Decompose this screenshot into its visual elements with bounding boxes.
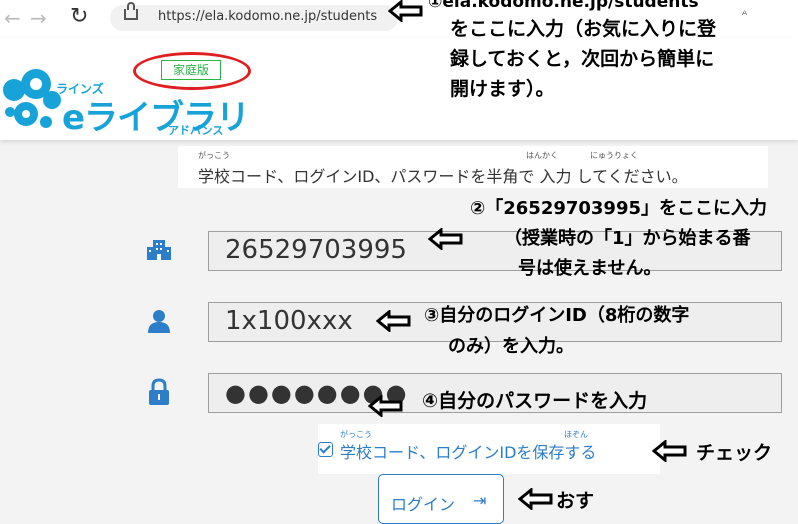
- reload-icon[interactable]: ↻: [70, 4, 88, 29]
- remember-checkbox[interactable]: [318, 442, 333, 457]
- login-label: ログイン: [391, 495, 456, 514]
- ruby-nyuryoku: にゅうりょく: [590, 151, 638, 160]
- address-bar[interactable]: https://ela.kodomo.ne.jp/students: [110, 2, 398, 31]
- annotation-2-line1: ②「26529703995」をここに入力: [470, 198, 768, 219]
- arrow-left-icon: [388, 0, 423, 22]
- edition-badge: 家庭版: [161, 60, 221, 80]
- forward-icon[interactable]: →: [30, 6, 47, 30]
- instruction-text: 学校コード、ログインID、パスワードを半角で 入力 してください。: [198, 167, 688, 186]
- annotation-2: ②「26529703995」をここに入力 （授業時の「1」から始まる番 号は使え…: [470, 194, 767, 284]
- ruby-hankaku: はんかく: [526, 151, 558, 160]
- brand-sub-text: アドバンス: [168, 124, 224, 137]
- school-code-value: 26529703995: [225, 235, 407, 265]
- annotation-1: をここに入力（お気に入りに登 録しておくと，次回から簡単に 開けます）。: [450, 14, 716, 104]
- school-building-icon: [147, 240, 171, 260]
- annotation-1-line1: ①ela.kodomo.ne.jp/students: [428, 0, 699, 12]
- login-id-value: 1x100xxx: [225, 306, 353, 336]
- back-icon[interactable]: ←: [4, 6, 21, 30]
- annotation-1-line2: をここに入力（お気に入りに登: [450, 18, 717, 40]
- ruby-gakkou: がっこう: [198, 151, 230, 160]
- login-button[interactable]: ログイン ⇥: [378, 474, 504, 524]
- remember-label[interactable]: 学校コード、ログインIDを保存する: [340, 439, 596, 463]
- arrow-left-icon: [428, 228, 463, 250]
- annotation-3: ③自分のログインID（8桁の数字 のみ）を入力。: [424, 300, 689, 362]
- url-text[interactable]: https://ela.kodomo.ne.jp/students: [158, 9, 377, 24]
- annotation-2-line2: （授業時の「1」から始まる番: [504, 228, 751, 249]
- annotation-1-line3: 録しておくと，次回から簡単に: [450, 48, 715, 70]
- arrow-left-icon: [376, 310, 411, 332]
- arrow-left-icon: [652, 440, 687, 462]
- read-aloud-icon[interactable]: ᴬ: [742, 8, 747, 22]
- sign-in-icon: ⇥: [473, 491, 487, 510]
- arrow-left-icon: [518, 488, 553, 510]
- annotation-4: ④自分のパスワードを入力: [422, 390, 648, 412]
- annotation-check: チェック: [696, 442, 773, 464]
- arrow-left-icon: [368, 395, 403, 417]
- annotation-2-line3: 号は使えません。: [518, 258, 662, 279]
- user-icon: [148, 310, 170, 333]
- annotation-3-line1: ③自分のログインID（8桁の数字: [424, 305, 690, 326]
- annotation-1-line4: 開けます）。: [450, 78, 555, 100]
- annotation-3-line2: のみ）を入力。: [448, 336, 574, 357]
- remember-row[interactable]: がっこう ほぞん 学校コード、ログインIDを保存する: [318, 424, 660, 474]
- lock-icon: [149, 378, 169, 405]
- lock-icon: [124, 2, 138, 20]
- instruction-panel: がっこう はんかく にゅうりょく 学校コード、ログインID、パスワードを半角で …: [178, 146, 768, 188]
